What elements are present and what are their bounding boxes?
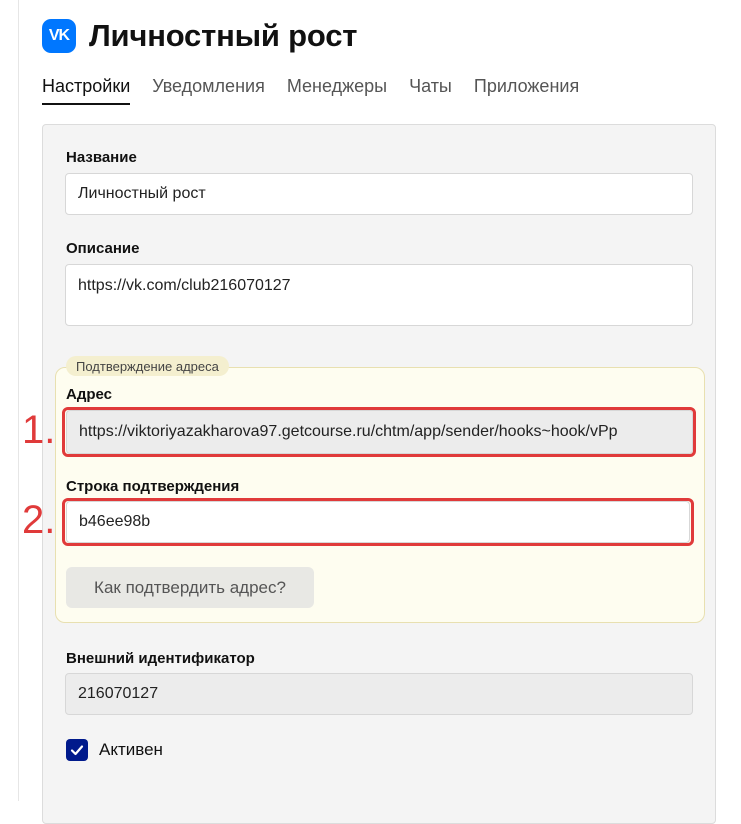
tab-settings[interactable]: Настройки — [42, 76, 131, 105]
vk-logo-icon: VK — [42, 19, 76, 53]
tab-notifications[interactable]: Уведомления — [152, 76, 265, 105]
external-id-input[interactable]: 216070127 — [65, 673, 693, 715]
left-divider — [18, 0, 19, 801]
tab-bar: Настройки Уведомления Менеджеры Чаты При… — [42, 76, 601, 105]
active-checkbox[interactable] — [66, 739, 88, 761]
name-label: Название — [66, 149, 137, 166]
tab-managers[interactable]: Менеджеры — [287, 76, 387, 105]
active-checkbox-label[interactable]: Активен — [99, 740, 163, 760]
page-title: Личностный рост — [89, 18, 358, 53]
description-textarea[interactable]: https://vk.com/club216070127 — [65, 264, 693, 326]
checkmark-icon — [70, 745, 84, 756]
tab-chats[interactable]: Чаты — [409, 76, 452, 105]
tab-apps[interactable]: Приложения — [474, 76, 579, 105]
description-label: Описание — [66, 240, 140, 257]
annotation-number-2: 2. — [22, 498, 56, 542]
name-input[interactable]: Личностный рост — [65, 173, 693, 215]
external-id-label: Внешний идентификатор — [66, 650, 255, 667]
annotation-box-2 — [62, 498, 694, 546]
address-label: Адрес — [66, 386, 113, 403]
address-confirmation-tag: Подтверждение адреса — [66, 356, 229, 376]
annotation-box-1 — [62, 407, 696, 457]
confirm-string-label: Строка подтверждения — [66, 478, 240, 495]
annotation-number-1: 1. — [22, 408, 56, 452]
how-to-confirm-button[interactable]: Как подтвердить адрес? — [66, 567, 314, 608]
page-header: VK Личностный рост — [42, 16, 357, 56]
